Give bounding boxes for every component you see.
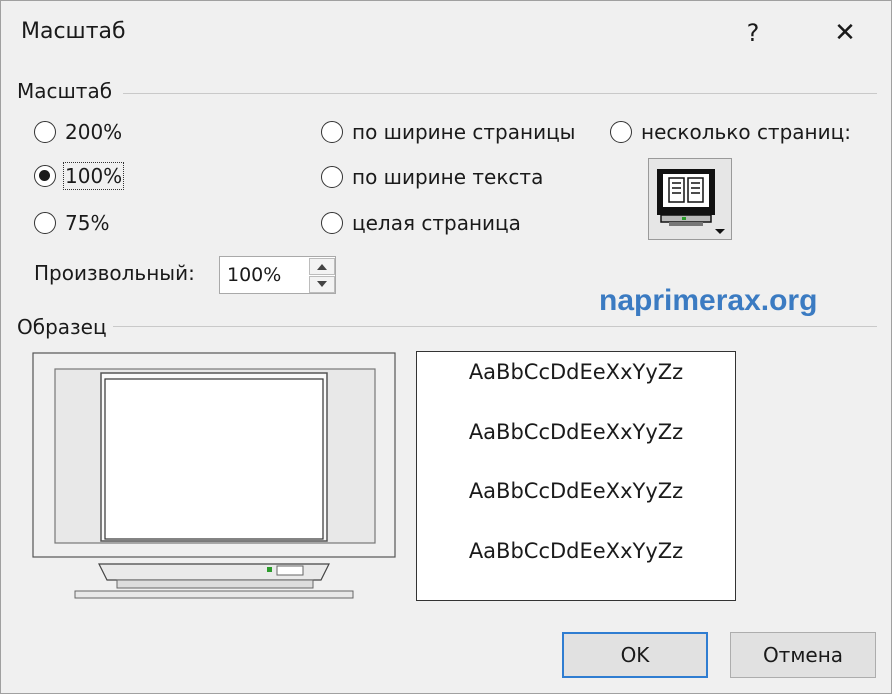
radio-100[interactable]: 100%	[34, 161, 125, 191]
watermark-text: naprimerax.org	[599, 284, 818, 317]
spin-down-button[interactable]	[309, 276, 335, 293]
radio-text-width[interactable]: по ширине текста	[321, 162, 543, 192]
radio-circle	[34, 121, 56, 143]
radio-circle	[34, 212, 56, 234]
radio-page-width[interactable]: по ширине страницы	[321, 117, 575, 147]
radio-label: 200%	[65, 120, 123, 144]
radio-circle	[321, 166, 343, 188]
monitor-preview	[32, 352, 396, 599]
custom-zoom-spinner	[219, 256, 336, 294]
radio-label: несколько страниц:	[641, 120, 851, 144]
sample-text-line: AaBbCcDdEeXxYyZz	[468, 420, 684, 444]
many-pages-button[interactable]	[648, 158, 732, 240]
text-preview-box: AaBbCcDdEeXxYyZz AaBbCcDdEeXxYyZz AaBbCc…	[416, 351, 736, 601]
radio-label: целая страница	[352, 211, 521, 235]
radio-circle	[610, 121, 632, 143]
chevron-down-icon	[317, 281, 327, 287]
chevron-up-icon	[317, 264, 327, 270]
radio-circle	[321, 121, 343, 143]
radio-200[interactable]: 200%	[34, 117, 122, 147]
preview-group-divider	[113, 326, 877, 327]
custom-zoom-input[interactable]	[220, 257, 308, 293]
monitor-pages-icon	[657, 169, 725, 234]
ok-button[interactable]: OK	[562, 632, 708, 678]
radio-label: 75%	[65, 211, 110, 235]
help-button[interactable]: ?	[731, 13, 775, 53]
radio-label: 100%	[62, 162, 125, 190]
sample-text-line: AaBbCcDdEeXxYyZz	[468, 360, 684, 384]
spin-up-button[interactable]	[309, 258, 335, 275]
radio-75[interactable]: 75%	[34, 208, 109, 238]
cancel-button[interactable]: Отмена	[730, 632, 876, 678]
radio-whole-page[interactable]: целая страница	[321, 208, 521, 238]
close-button[interactable]: ✕	[821, 13, 869, 53]
radio-many-pages[interactable]: несколько страниц:	[610, 117, 851, 147]
custom-zoom-label: Произвольный:	[34, 261, 195, 285]
sample-text-line: AaBbCcDdEeXxYyZz	[468, 479, 684, 503]
radio-circle	[321, 212, 343, 234]
zoom-dialog: Масштаб ? ✕ Масштаб 200% 100% 75% по шир…	[0, 0, 892, 694]
radio-label: по ширине текста	[352, 165, 544, 189]
radio-circle-selected	[34, 165, 56, 187]
zoom-group-label: Масштаб	[17, 79, 113, 103]
preview-group-label: Образец	[17, 315, 107, 339]
dialog-title: Масштаб	[21, 19, 126, 44]
radio-label: по ширине страницы	[352, 120, 576, 144]
sample-text-line: AaBbCcDdEeXxYyZz	[468, 539, 684, 563]
title-bar: Масштаб ? ✕	[1, 1, 891, 65]
zoom-group-divider	[123, 93, 877, 94]
